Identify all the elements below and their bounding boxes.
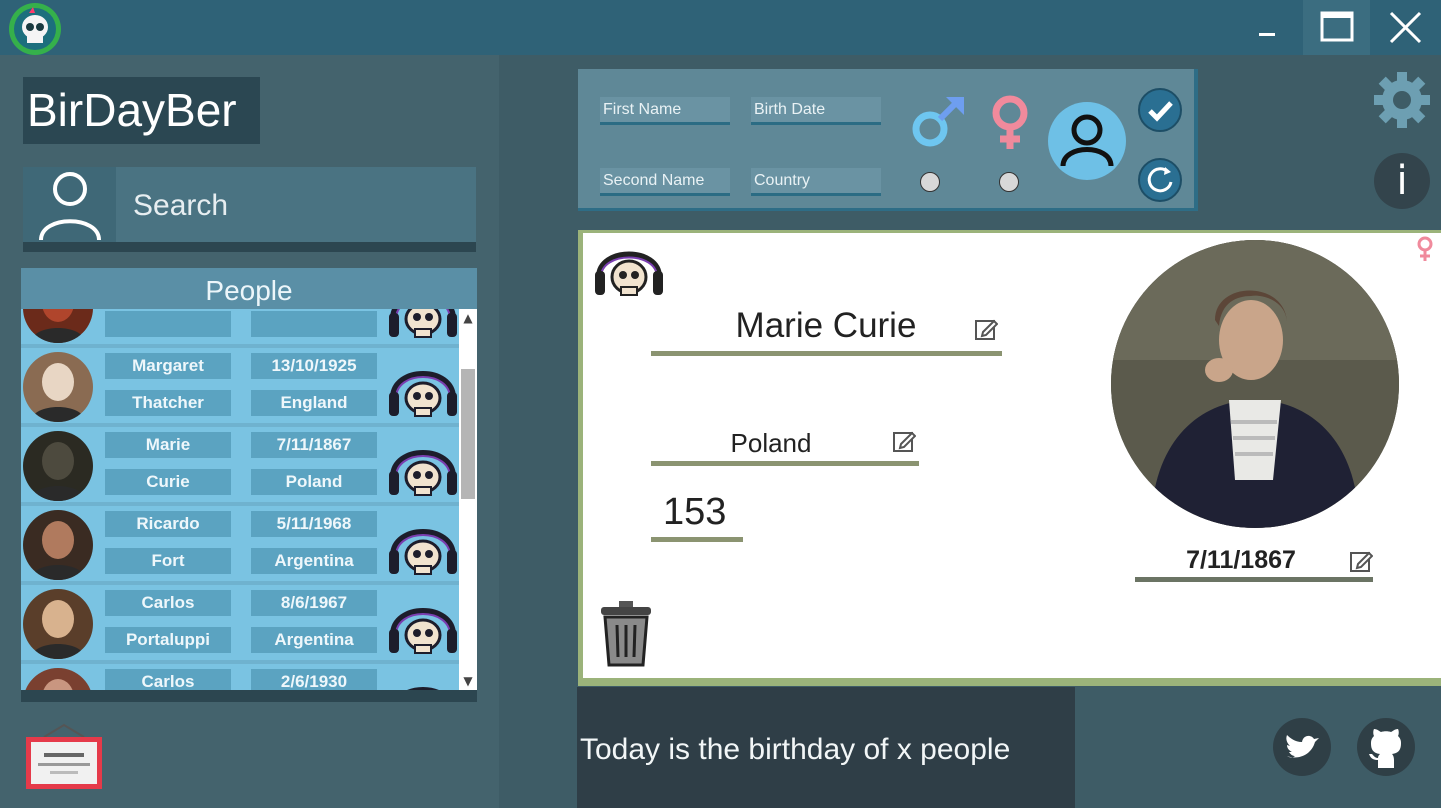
person-avatar — [23, 431, 93, 501]
people-panel: People Kojiro Japan Margaret 13/10/1925 … — [21, 268, 477, 702]
birth-date-cell: 8/6/1967 — [251, 590, 377, 616]
card-name: Marie Curie — [735, 306, 917, 345]
reset-button[interactable] — [1138, 158, 1182, 202]
people-list[interactable]: Kojiro Japan Margaret 13/10/1925 Thatche… — [21, 309, 459, 690]
search-box[interactable]: Search — [23, 167, 476, 252]
left-pane: BirDayBer Search People Kojiro Japan Ma — [0, 55, 499, 808]
skull-headphones-icon[interactable] — [387, 433, 459, 501]
gear-icon[interactable] — [1372, 70, 1432, 130]
person-row[interactable]: Marie 7/11/1867 Curie Poland — [21, 427, 459, 506]
github-icon[interactable] — [1357, 718, 1415, 776]
birth-date-cell: 2/6/1930 — [251, 669, 377, 690]
title-bar — [0, 0, 1441, 55]
person-photo — [1111, 240, 1399, 528]
birthday-status: Today is the birthday of x people — [577, 687, 1075, 808]
person-row[interactable]: Carlos 2/6/1930 — [21, 664, 459, 690]
twitter-icon[interactable] — [1273, 718, 1331, 776]
male-icon — [908, 93, 968, 151]
country-cell — [251, 311, 377, 337]
second-name-cell: Fort — [105, 548, 231, 574]
user-icon — [23, 167, 116, 242]
scrollbar[interactable]: ▲ ▼ — [459, 309, 477, 690]
app-title: BirDayBer — [23, 77, 260, 144]
birth-date-cell: 13/10/1925 — [251, 353, 377, 379]
scroll-down-icon[interactable]: ▼ — [459, 672, 477, 690]
skull-headphones-icon[interactable] — [387, 309, 459, 343]
card-country: Poland — [730, 428, 812, 458]
person-row[interactable]: Margaret 13/10/1925 Thatcher England — [21, 348, 459, 427]
first-name-field[interactable]: First Name — [600, 97, 730, 125]
first-name-cell: Marie — [105, 432, 231, 458]
first-name-cell: Margaret — [105, 353, 231, 379]
person-card: Marie Curie Poland 153 7/11/1867 — [578, 230, 1441, 686]
person-avatar — [23, 510, 93, 580]
first-name-cell: Ricardo — [105, 511, 231, 537]
maximize-button[interactable] — [1303, 0, 1370, 55]
trash-icon[interactable] — [597, 599, 655, 669]
person-avatar — [23, 352, 93, 422]
country-cell: England — [251, 390, 377, 416]
skull-headphones-icon — [591, 237, 667, 301]
female-radio[interactable] — [999, 172, 1019, 192]
edit-name-icon[interactable] — [974, 317, 999, 341]
female-icon — [1414, 235, 1436, 263]
person-avatar — [23, 668, 93, 690]
person-row[interactable]: Ricardo 5/11/1968 Fort Argentina — [21, 506, 459, 585]
close-button[interactable] — [1372, 0, 1439, 55]
card-age: 153 — [663, 491, 727, 533]
person-avatar — [23, 309, 93, 343]
edit-country-icon[interactable] — [892, 429, 917, 453]
country-field[interactable]: Country — [751, 168, 881, 196]
birth-date-cell: 7/11/1867 — [251, 432, 377, 458]
people-header: People — [21, 268, 477, 309]
first-name-cell: Carlos — [105, 669, 231, 690]
app-logo-icon — [9, 3, 61, 55]
skull-headphones-icon[interactable] — [387, 591, 459, 659]
second-name-cell: Thatcher — [105, 390, 231, 416]
birth-date-cell: 5/11/1968 — [251, 511, 377, 537]
skull-headphones-icon[interactable] — [387, 512, 459, 580]
birth-date-field[interactable]: Birth Date — [751, 97, 881, 125]
person-avatar — [23, 589, 93, 659]
second-name-cell: Curie — [105, 469, 231, 495]
scroll-up-icon[interactable]: ▲ — [459, 309, 477, 327]
person-row[interactable]: Carlos 8/6/1967 Portaluppi Argentina — [21, 585, 459, 664]
photo-picker-icon[interactable] — [1048, 102, 1126, 180]
search-input[interactable]: Search — [133, 167, 228, 242]
add-person-form: First Name Birth Date Second Name Countr… — [578, 69, 1198, 211]
second-name-cell — [105, 311, 231, 337]
skull-headphones-icon[interactable] — [387, 354, 459, 422]
scroll-thumb[interactable] — [461, 369, 475, 499]
first-name-cell: Carlos — [105, 590, 231, 616]
country-cell: Argentina — [251, 627, 377, 653]
country-cell: Argentina — [251, 548, 377, 574]
info-button[interactable]: i — [1374, 153, 1430, 209]
male-radio[interactable] — [920, 172, 940, 192]
confirm-button[interactable] — [1138, 88, 1182, 132]
skull-headphones-icon[interactable] — [387, 670, 459, 690]
signboard-icon[interactable] — [24, 723, 104, 793]
person-row[interactable]: Kojiro Japan — [21, 309, 459, 348]
card-date: 7/11/1867 — [1186, 546, 1296, 574]
minimize-button[interactable] — [1234, 0, 1301, 55]
country-cell: Poland — [251, 469, 377, 495]
female-icon — [988, 93, 1032, 153]
second-name-cell: Portaluppi — [105, 627, 231, 653]
second-name-field[interactable]: Second Name — [600, 168, 730, 196]
edit-date-icon[interactable] — [1349, 549, 1374, 573]
